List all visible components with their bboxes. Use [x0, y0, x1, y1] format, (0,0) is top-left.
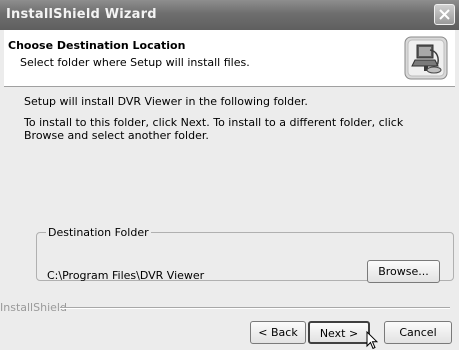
window-title: InstallShield Wizard [6, 7, 157, 22]
next-button[interactable]: Next > [308, 321, 370, 344]
cancel-button[interactable]: Cancel [384, 321, 452, 344]
browse-button[interactable]: Browse... [367, 260, 440, 283]
installshield-wizard-window: InstallShield Wizard Choose Destination … [0, 0, 459, 350]
instructions-text: To install to this folder, click Next. T… [24, 116, 404, 142]
footer-divider [60, 307, 450, 309]
header-subtitle: Select folder where Setup will install f… [20, 56, 250, 69]
back-button[interactable]: < Back [250, 321, 306, 344]
installshield-brand: InstallShield [0, 301, 67, 314]
install-location-text: Setup will install DVR Viewer in the fol… [24, 95, 308, 108]
mouse-pointer-icon [366, 331, 378, 350]
header-title: Choose Destination Location [8, 39, 186, 52]
wizard-content: Setup will install DVR Viewer in the fol… [4, 87, 455, 307]
wizard-header: Choose Destination Location Select folde… [4, 30, 455, 87]
close-icon [439, 9, 450, 20]
title-bar[interactable]: InstallShield Wizard [0, 0, 459, 30]
destination-folder-label: Destination Folder [46, 226, 151, 239]
destination-path: C:\Program Files\DVR Viewer [47, 269, 205, 282]
close-button[interactable] [434, 4, 455, 25]
computer-install-icon [404, 36, 448, 80]
